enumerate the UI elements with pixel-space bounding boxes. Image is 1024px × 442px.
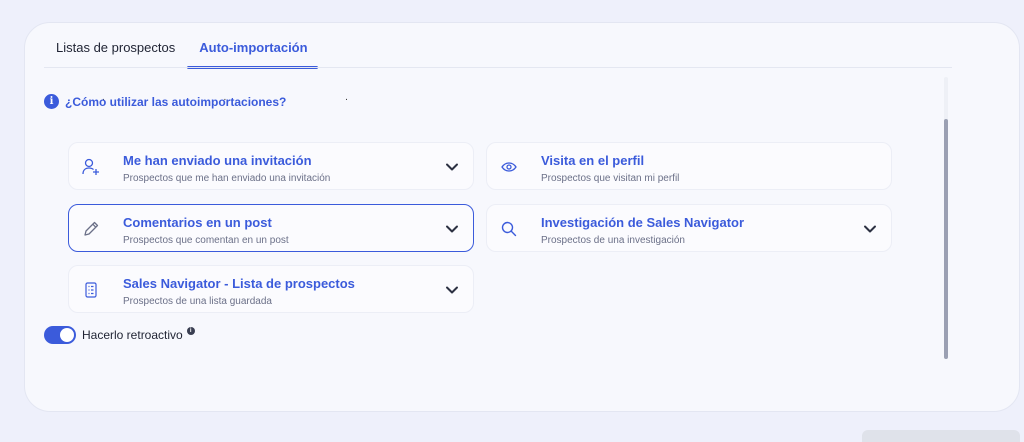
tab-auto-importacion[interactable]: Auto-importación bbox=[187, 40, 318, 69]
card-sales-navigator-search[interactable]: Investigación de Sales Navigator Prospec… bbox=[486, 204, 892, 252]
card-title: Me han enviado una invitación bbox=[123, 153, 312, 168]
card-title: Comentarios en un post bbox=[123, 215, 272, 230]
card-subtitle: Prospectos que me han enviado una invita… bbox=[123, 173, 331, 184]
chevron-down-icon[interactable] bbox=[445, 160, 459, 174]
retroactive-toggle[interactable] bbox=[44, 326, 76, 344]
user-add-icon bbox=[82, 158, 99, 175]
search-icon bbox=[501, 221, 517, 237]
info-icon: i bbox=[44, 94, 59, 109]
eye-icon bbox=[501, 162, 517, 172]
card-invitation[interactable]: Me han enviado una invitación Prospectos… bbox=[68, 142, 474, 190]
card-subtitle: Prospectos de una investigación bbox=[541, 235, 685, 246]
chevron-down-icon[interactable] bbox=[445, 283, 459, 297]
card-post-comments[interactable]: Comentarios en un post Prospectos que co… bbox=[68, 204, 474, 252]
scrollbar[interactable] bbox=[944, 77, 948, 359]
scrollbar-thumb[interactable] bbox=[944, 119, 948, 359]
card-subtitle: Prospectos de una lista guardada bbox=[123, 296, 272, 307]
tab-bar: Listas de prospectos Auto-importación bbox=[56, 40, 332, 69]
tab-divider bbox=[44, 67, 952, 68]
card-subtitle: Prospectos que visitan mi perfil bbox=[541, 173, 680, 184]
help-link[interactable]: i ¿Cómo utilizar las autoimportaciones? bbox=[44, 94, 286, 109]
card-sales-navigator-list[interactable]: Sales Navigator - Lista de prospectos Pr… bbox=[68, 265, 474, 313]
card-title: Visita en el perfil bbox=[541, 153, 645, 168]
card-title: Sales Navigator - Lista de prospectos bbox=[123, 276, 355, 291]
info-tooltip-icon[interactable]: i bbox=[186, 327, 195, 335]
bottom-right-button[interactable] bbox=[862, 430, 1020, 442]
card-profile-visit[interactable]: Visita en el perfil Prospectos que visit… bbox=[486, 142, 892, 190]
tab-listas-de-prospectos[interactable]: Listas de prospectos bbox=[56, 40, 175, 69]
pencil-icon bbox=[84, 221, 99, 236]
toggle-knob bbox=[60, 328, 74, 342]
retroactive-label: Hacerlo retroactivo bbox=[82, 328, 183, 342]
chevron-down-icon[interactable] bbox=[445, 222, 459, 236]
chevron-down-icon[interactable] bbox=[863, 222, 877, 236]
card-title: Investigación de Sales Navigator bbox=[541, 215, 745, 230]
help-link-label: ¿Cómo utilizar las autoimportaciones? bbox=[65, 94, 287, 109]
list-icon bbox=[85, 282, 97, 298]
card-subtitle: Prospectos que comentan en un post bbox=[123, 235, 289, 246]
retroactive-row: Hacerlo retroactivo i bbox=[44, 326, 195, 344]
